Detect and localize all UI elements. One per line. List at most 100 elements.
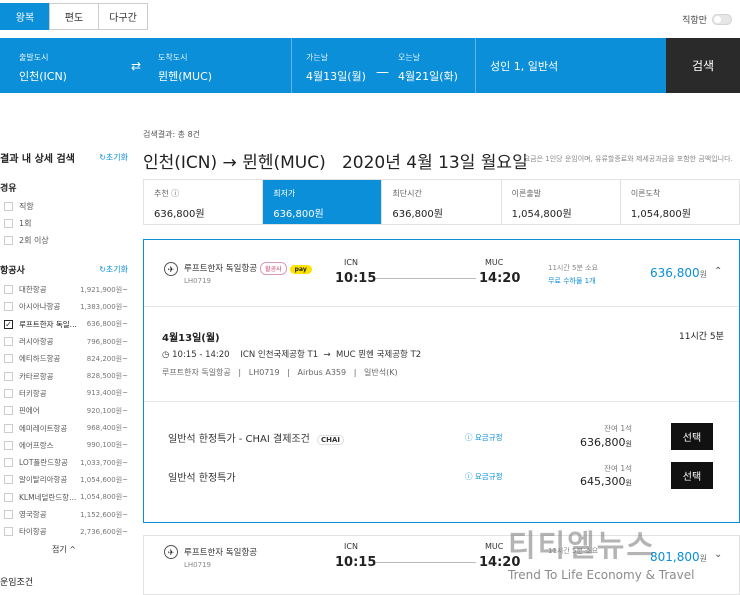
checkbox[interactable] — [4, 492, 13, 502]
filter-sidebar: 결과 내 상세 검색 ↻초기화 경유 직항 1회 2회 이상 항공사 ↻초기화 … — [0, 150, 128, 588]
sort-early-departure[interactable]: 이른출발 1,054,800원 — [502, 180, 621, 224]
airline-name: 아시아나항공 — [19, 302, 61, 312]
checkbox[interactable] — [4, 285, 13, 295]
airline-price: 828,500원~ — [86, 372, 128, 381]
checkbox[interactable] — [4, 302, 13, 312]
airline-filter-item[interactable]: 에미레이트항공 968,400원~ — [0, 419, 128, 436]
swap-arrows-icon[interactable]: ⇄ — [131, 59, 141, 73]
lufthansa-logo-icon: ✈ — [164, 262, 178, 276]
checkbox[interactable] — [4, 406, 13, 416]
divider — [291, 38, 292, 93]
airline-filter-item[interactable]: 영국항공 1,152,600원~ — [0, 506, 128, 523]
tab-round-trip[interactable]: 왕복 — [0, 3, 50, 30]
airline-filter-item[interactable]: 알이탈리아항공 1,054,600원~ — [0, 471, 128, 488]
chevron-down-icon[interactable]: ⌄ — [714, 549, 722, 560]
airline-name: 에티하드항공 — [19, 354, 61, 364]
airline-filter-item[interactable]: 러시아항공 796,800원~ — [0, 333, 128, 350]
checkbox[interactable] — [4, 202, 13, 211]
sort-early-arrival[interactable]: 이른도착 1,054,800원 — [621, 180, 739, 224]
fare-rules-link[interactable]: ⓘ 요금규정 — [465, 471, 503, 482]
passenger-field[interactable]: 성인 1, 일반석 — [490, 58, 558, 74]
airlines-title: 항공사 — [0, 266, 25, 276]
airline-filter-item[interactable]: 에어프랑스 990,100원~ — [0, 437, 128, 454]
sort-recommended[interactable]: 추천 ⓘ 636,800원 — [144, 180, 264, 224]
arrival-time: 14:20 — [479, 271, 521, 286]
airline-filter-item[interactable]: 대한항공 1,921,900원~ — [0, 281, 128, 298]
stops-option-two-plus[interactable]: 2회 이상 — [0, 232, 128, 249]
airline-filter-item[interactable]: LOT폴란드항공 1,033,700원~ — [0, 454, 128, 471]
arrival-code: MUC — [485, 258, 504, 267]
airline-price: 1,033,700원~ — [80, 458, 128, 467]
checkbox[interactable] — [4, 510, 13, 519]
checkbox[interactable] — [4, 371, 13, 381]
airline-price: 636,800원~ — [86, 320, 128, 329]
checkbox[interactable] — [4, 458, 13, 468]
airline-name: 루프트한자 독일... — [19, 319, 77, 329]
checkbox[interactable] — [4, 236, 13, 245]
airline-price: 1,054,800원~ — [80, 493, 128, 502]
search-button[interactable]: 검색 — [666, 38, 740, 93]
filter-title: 결과 내 상세 검색 — [0, 154, 75, 165]
refresh-icon: ↻ — [99, 153, 106, 162]
checkbox[interactable] — [4, 527, 13, 537]
airline-filter-item[interactable]: KLM네덜란드항... 1,054,800원~ — [0, 489, 128, 506]
checkbox[interactable] — [4, 388, 13, 398]
flight-line — [376, 562, 476, 563]
sort-shortest-time[interactable]: 최단시간 636,800원 — [382, 180, 502, 224]
checkbox[interactable] — [4, 219, 13, 228]
info-icon: ⓘ — [171, 189, 180, 198]
airline-name: 타이항공 — [19, 527, 47, 537]
watermark-title: 티티엘뉴스 — [508, 529, 656, 564]
baggage-info: 무료 수하물 1개 — [548, 277, 596, 285]
airline-filter-item[interactable]: 타이항공 2,736,600원~ — [0, 523, 128, 540]
seats-remaining: 잔여 1석 — [604, 424, 632, 433]
airline-name: 에미레이트항공 — [19, 423, 68, 433]
divider — [475, 38, 476, 93]
airline-filter-item[interactable]: 아시아나항공 1,383,000원~ — [0, 298, 128, 315]
collapse-button[interactable]: 접기 ^ — [0, 544, 128, 555]
select-button[interactable]: 선택 — [671, 462, 713, 489]
checkbox[interactable] — [4, 423, 13, 433]
return-label: 오는날 — [398, 53, 421, 62]
depart-date-field[interactable]: 4월13일(월) — [306, 68, 366, 84]
airline-filter-item[interactable]: 에티하드항공 824,200원~ — [0, 350, 128, 367]
airlines-reset-button[interactable]: ↻초기화 — [99, 264, 128, 275]
date-dash: — — [376, 65, 389, 80]
return-date-field[interactable]: 4월21일(화) — [398, 68, 458, 84]
airline-filter-item[interactable]: 카타르항공 828,500원~ — [0, 367, 128, 384]
airline-price: 1,152,600원~ — [80, 510, 128, 519]
chevron-up-icon[interactable]: ⌃ — [714, 266, 722, 277]
origin-field[interactable]: 인천(ICN) — [19, 68, 67, 84]
stops-option-one[interactable]: 1회 — [0, 215, 128, 232]
watermark: 티티엘뉴스 Trend To Life Economy & Travel — [508, 529, 694, 583]
fare-rules-link[interactable]: ⓘ 요금규정 — [465, 432, 503, 443]
checkbox[interactable]: ✓ — [4, 319, 13, 329]
flight-duration: 11시간 5분 소요 — [548, 264, 599, 272]
select-button[interactable]: 선택 — [671, 423, 713, 450]
tab-multi-city[interactable]: 다구간 — [98, 3, 148, 30]
checkbox[interactable] — [4, 475, 13, 485]
detail-date: 4월13일(월) — [162, 333, 220, 344]
stops-option-direct[interactable]: 직항 — [0, 198, 128, 215]
direct-only-toggle[interactable] — [712, 14, 732, 25]
destination-field[interactable]: 뮌헨(MUC) — [158, 68, 212, 84]
divider — [144, 306, 739, 307]
checkbox[interactable] — [4, 337, 13, 347]
chai-logo: CHAI — [317, 435, 345, 445]
departure-code: ICN — [344, 542, 358, 551]
airline-filter-item[interactable]: 터키항공 913,400원~ — [0, 385, 128, 402]
fare-price: 645,300원 — [580, 475, 632, 488]
checkbox[interactable] — [4, 440, 13, 450]
airline-price: 990,100원~ — [86, 441, 128, 450]
airline-name: 루프트한자 독일항공 — [184, 548, 258, 558]
checkbox[interactable] — [4, 354, 13, 364]
tab-one-way[interactable]: 편도 — [49, 3, 99, 30]
direct-only-label: 직항만 — [682, 16, 707, 26]
airline-price: 796,800원~ — [86, 337, 128, 346]
airline-filter-item[interactable]: ✓ 루프트한자 독일... 636,800원~ — [0, 316, 128, 333]
airline-filter-item[interactable]: 핀에어 920,100원~ — [0, 402, 128, 419]
departure-time: 10:15 — [335, 271, 377, 286]
sort-lowest-price[interactable]: 최저가 636,800원 — [263, 180, 383, 224]
airline-name: KLM네덜란드항... — [19, 492, 77, 502]
reset-all-button[interactable]: ↻초기화 — [99, 152, 128, 163]
